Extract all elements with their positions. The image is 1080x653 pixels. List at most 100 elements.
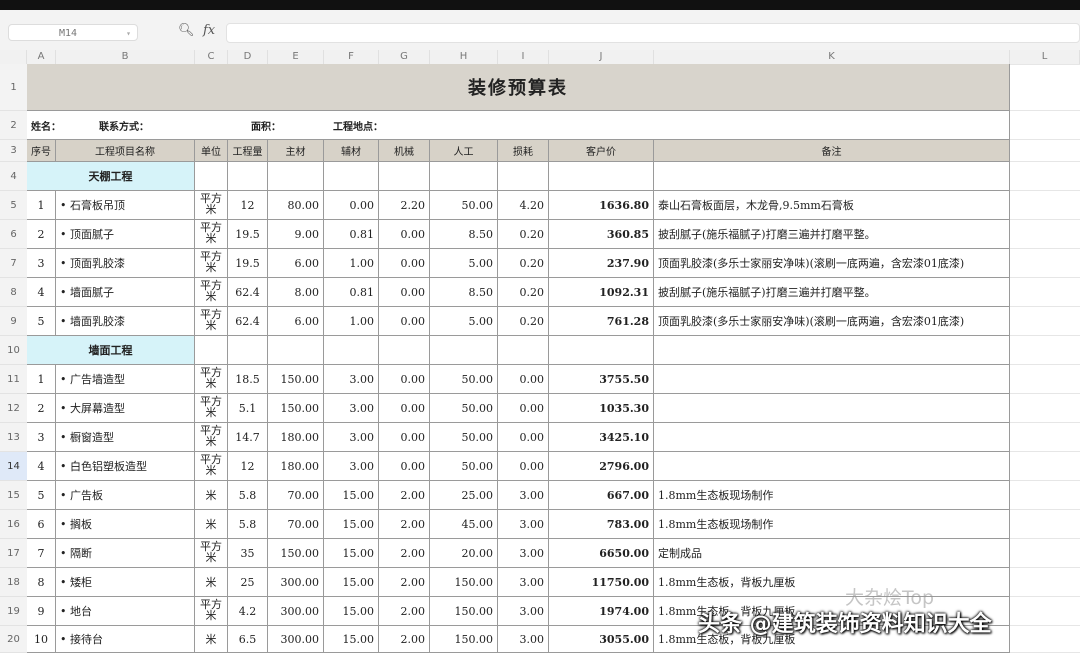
table-cell-loss[interactable]: 0.20 <box>498 278 549 307</box>
table-cell-no[interactable]: 4 <box>27 452 56 481</box>
table-cell-no[interactable]: 8 <box>27 568 56 597</box>
empty-cell[interactable] <box>654 162 1010 191</box>
category-wall[interactable]: 墙面工程 <box>27 336 195 365</box>
column-header[interactable]: C <box>195 50 228 64</box>
row-header[interactable]: 10 <box>0 336 27 365</box>
table-cell-unit[interactable]: 平方米 <box>195 307 228 336</box>
row-header[interactable]: 16 <box>0 510 27 539</box>
column-header[interactable]: J <box>549 50 654 64</box>
empty-cell[interactable] <box>324 336 379 365</box>
column-title[interactable]: 机械 <box>379 140 430 162</box>
table-cell-mech[interactable]: 2.00 <box>379 626 430 653</box>
corner-cell[interactable] <box>0 50 27 64</box>
empty-cell[interactable] <box>379 336 430 365</box>
table-cell-note[interactable]: 1.8mm生态板现场制作 <box>654 510 1010 539</box>
row-header[interactable]: 3 <box>0 140 27 162</box>
empty-cell[interactable] <box>268 162 324 191</box>
column-title[interactable]: 客户价 <box>549 140 654 162</box>
row-header[interactable]: 19 <box>0 597 27 626</box>
table-cell-main[interactable]: 150.00 <box>268 539 324 568</box>
table-cell-mech[interactable]: 2.20 <box>379 191 430 220</box>
row-header[interactable]: 6 <box>0 220 27 249</box>
table-cell-aux[interactable]: 15.00 <box>324 539 379 568</box>
table-cell-qty[interactable]: 25 <box>228 568 268 597</box>
table-cell-price[interactable]: 3755.50 <box>549 365 654 394</box>
table-cell-labor[interactable]: 25.00 <box>430 481 498 510</box>
table-cell-labor[interactable]: 50.00 <box>430 423 498 452</box>
table-cell-loss[interactable]: 0.20 <box>498 307 549 336</box>
table-cell-labor[interactable]: 45.00 <box>430 510 498 539</box>
empty-cell[interactable] <box>430 162 498 191</box>
table-cell-main[interactable]: 70.00 <box>268 510 324 539</box>
table-cell-loss[interactable]: 0.00 <box>498 423 549 452</box>
table-cell-no[interactable]: 1 <box>27 365 56 394</box>
column-title[interactable]: 工程项目名称 <box>56 140 195 162</box>
table-cell-mech[interactable]: 2.00 <box>379 597 430 626</box>
row-header[interactable]: 14 <box>0 452 27 481</box>
table-cell-main[interactable]: 8.00 <box>268 278 324 307</box>
column-title[interactable]: 工程量 <box>228 140 268 162</box>
column-header[interactable]: G <box>379 50 430 64</box>
row-header[interactable]: 18 <box>0 568 27 597</box>
table-cell-unit[interactable]: 平方米 <box>195 220 228 249</box>
row-header[interactable]: 8 <box>0 278 27 307</box>
table-cell-name[interactable]: • 橱窗造型 <box>56 423 195 452</box>
table-cell-qty[interactable]: 18.5 <box>228 365 268 394</box>
table-cell-mech[interactable]: 0.00 <box>379 278 430 307</box>
table-cell-aux[interactable]: 3.00 <box>324 423 379 452</box>
table-cell-mech[interactable]: 2.00 <box>379 510 430 539</box>
table-cell-loss[interactable]: 3.00 <box>498 510 549 539</box>
table-cell-labor[interactable]: 50.00 <box>430 191 498 220</box>
row-header[interactable]: 4 <box>0 162 27 191</box>
table-cell-no[interactable]: 3 <box>27 249 56 278</box>
table-cell-note[interactable]: 定制成品 <box>654 539 1010 568</box>
table-cell-price[interactable]: 2796.00 <box>549 452 654 481</box>
table-cell-name[interactable]: • 墙面腻子 <box>56 278 195 307</box>
table-cell-labor[interactable]: 150.00 <box>430 626 498 653</box>
column-title[interactable]: 备注 <box>654 140 1010 162</box>
table-cell-unit[interactable]: 米 <box>195 568 228 597</box>
table-cell-unit[interactable]: 平方米 <box>195 365 228 394</box>
table-cell-name[interactable]: • 大屏幕造型 <box>56 394 195 423</box>
table-cell-qty[interactable]: 62.4 <box>228 307 268 336</box>
table-cell-labor[interactable]: 150.00 <box>430 597 498 626</box>
column-header[interactable]: B <box>56 50 195 64</box>
table-cell-name[interactable]: • 广告墙造型 <box>56 365 195 394</box>
row-header[interactable]: 7 <box>0 249 27 278</box>
empty-cell[interactable] <box>498 336 549 365</box>
table-cell-note[interactable]: 顶面乳胶漆(多乐士家丽安净味)(滚刷一底两遍，含宏漆01底漆) <box>654 249 1010 278</box>
empty-cell[interactable] <box>430 336 498 365</box>
row-header[interactable]: 13 <box>0 423 27 452</box>
table-cell-unit[interactable]: 米 <box>195 481 228 510</box>
table-cell-price[interactable]: 761.28 <box>549 307 654 336</box>
table-cell-note[interactable]: 顶面乳胶漆(多乐士家丽安净味)(滚刷一底两遍，含宏漆01底漆) <box>654 307 1010 336</box>
table-cell-no[interactable]: 2 <box>27 394 56 423</box>
row-header[interactable]: 15 <box>0 481 27 510</box>
table-cell-note[interactable] <box>654 452 1010 481</box>
table-cell-mech[interactable]: 0.00 <box>379 423 430 452</box>
column-header[interactable]: K <box>654 50 1010 64</box>
table-cell-no[interactable]: 2 <box>27 220 56 249</box>
table-cell-qty[interactable]: 62.4 <box>228 278 268 307</box>
table-cell-loss[interactable]: 0.20 <box>498 249 549 278</box>
table-cell-mech[interactable]: 0.00 <box>379 452 430 481</box>
table-cell-labor[interactable]: 50.00 <box>430 365 498 394</box>
column-title[interactable]: 人工 <box>430 140 498 162</box>
column-title[interactable]: 单位 <box>195 140 228 162</box>
sheet-title[interactable]: 装修预算表 <box>27 64 1010 111</box>
table-cell-no[interactable]: 6 <box>27 510 56 539</box>
table-cell-no[interactable]: 5 <box>27 307 56 336</box>
row-header[interactable]: 11 <box>0 365 27 394</box>
table-cell-loss[interactable]: 3.00 <box>498 481 549 510</box>
empty-cell[interactable] <box>195 162 228 191</box>
empty-cell[interactable] <box>498 162 549 191</box>
table-cell-loss[interactable]: 3.00 <box>498 539 549 568</box>
table-cell-price[interactable]: 3425.10 <box>549 423 654 452</box>
table-cell-aux[interactable]: 1.00 <box>324 307 379 336</box>
table-cell-loss[interactable]: 0.00 <box>498 394 549 423</box>
column-title[interactable]: 损耗 <box>498 140 549 162</box>
empty-cell[interactable] <box>228 162 268 191</box>
table-cell-no[interactable]: 4 <box>27 278 56 307</box>
table-cell-main[interactable]: 180.00 <box>268 423 324 452</box>
table-cell-loss[interactable]: 0.20 <box>498 220 549 249</box>
